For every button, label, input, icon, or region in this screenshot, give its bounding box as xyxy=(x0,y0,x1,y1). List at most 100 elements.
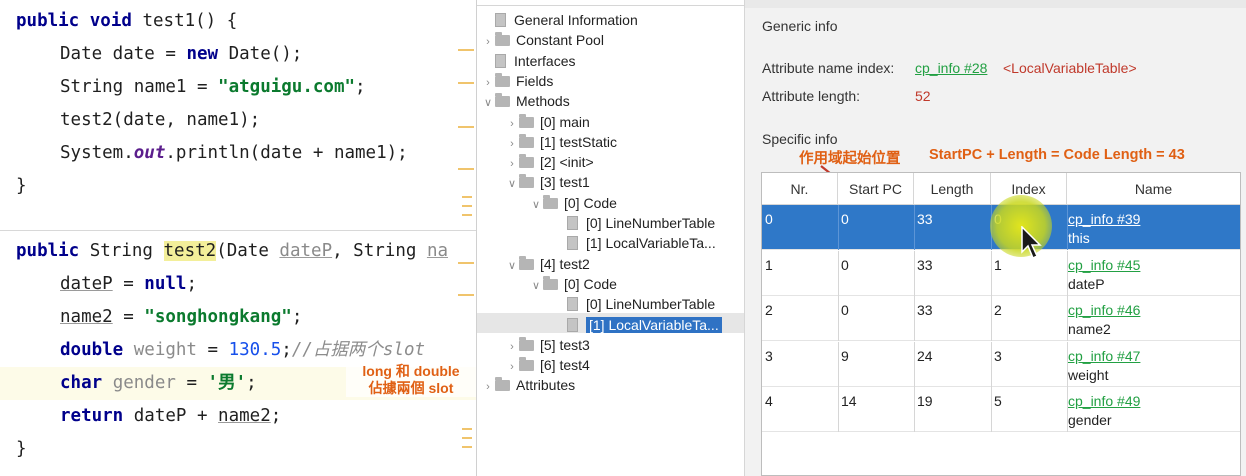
gutter-marker[interactable] xyxy=(462,446,472,448)
cell-length: 33 xyxy=(917,256,933,273)
chevron-down-icon[interactable]: ∨ xyxy=(505,256,519,276)
tree-item[interactable]: ∨ Methods xyxy=(481,91,570,111)
generic-info-title: Generic info xyxy=(762,18,838,34)
code-line[interactable]: public void test1() { xyxy=(16,5,237,38)
tree-item[interactable]: ∨ [0] Code xyxy=(529,274,617,294)
tree-item-label: [6] test4 xyxy=(540,357,590,374)
cell-start-pc: 14 xyxy=(841,393,857,409)
cell-name-link[interactable]: cp_info #49 xyxy=(1068,393,1140,409)
column-header-length[interactable]: Length xyxy=(914,173,991,205)
table-row[interactable]: 3 9 24 3 cp_info #47 weight xyxy=(762,341,1240,387)
attribute-length-label: Attribute length: xyxy=(762,88,861,104)
tree-item-label: Fields xyxy=(516,72,554,89)
tree-item-label: [1] LocalVariableTa... xyxy=(586,235,716,252)
chevron-right-icon[interactable]: › xyxy=(505,154,519,174)
cell-start-pc: 0 xyxy=(841,211,849,227)
specific-info-title: Specific info xyxy=(762,131,838,147)
column-header-start-pc[interactable]: Start PC xyxy=(838,173,914,205)
tree-item[interactable]: ∨ [0] Code xyxy=(529,193,617,213)
folder-icon xyxy=(543,194,558,209)
code-line[interactable]: Date date = new Date(); xyxy=(60,38,302,71)
code-line[interactable]: } xyxy=(16,433,27,466)
tree-item[interactable]: › [2] <init> xyxy=(505,152,594,172)
code-text: = xyxy=(175,373,208,393)
code-text: , String xyxy=(332,241,427,261)
tree-item[interactable]: › Constant Pool xyxy=(481,30,604,50)
cell-name-link[interactable]: cp_info #46 xyxy=(1068,302,1140,318)
gutter-marker[interactable] xyxy=(462,205,472,207)
table-row[interactable]: 1 0 33 1 cp_info #45 dateP xyxy=(762,250,1240,296)
chevron-right-icon[interactable]: › xyxy=(481,377,495,397)
tree-item[interactable]: General Information xyxy=(481,10,638,30)
gutter-marker[interactable] xyxy=(458,49,474,51)
gutter-marker[interactable] xyxy=(458,294,474,296)
column-header-nr[interactable]: Nr. xyxy=(762,173,838,205)
table-row[interactable]: 2 0 33 2 cp_info #46 name2 xyxy=(762,296,1240,341)
column-divider xyxy=(914,205,915,250)
chevron-right-icon[interactable]: › xyxy=(481,73,495,93)
gutter-marker[interactable] xyxy=(462,214,472,216)
code-line[interactable]: System.out.println(date + name1); xyxy=(60,137,408,170)
column-header-name[interactable]: Name xyxy=(1067,173,1240,205)
chevron-right-icon[interactable]: › xyxy=(505,134,519,154)
attribute-name-value: <LocalVariableTable> xyxy=(1003,60,1137,76)
code-line[interactable]: } xyxy=(16,170,27,203)
tree-item[interactable]: ∨ [3] test1 xyxy=(505,172,590,192)
tree-item-label: [3] test1 xyxy=(540,174,590,191)
gutter-marker[interactable] xyxy=(458,82,474,84)
code-line[interactable]: String name1 = "atguigu.com"; xyxy=(60,71,366,104)
gutter-marker[interactable] xyxy=(458,262,474,264)
chevron-down-icon[interactable]: ∨ xyxy=(481,93,495,113)
tree-item-label: [2] <init> xyxy=(540,154,594,171)
chevron-right-icon[interactable]: › xyxy=(505,337,519,357)
column-divider xyxy=(838,341,839,387)
chevron-down-icon[interactable]: ∨ xyxy=(529,276,543,296)
chevron-right-icon[interactable]: › xyxy=(481,32,495,52)
gutter-marker[interactable] xyxy=(458,168,474,170)
code-line[interactable]: name2 = "songhongkang"; xyxy=(60,301,302,334)
attribute-name-label: Attribute name index: xyxy=(762,60,895,76)
tree-item[interactable]: Interfaces xyxy=(481,51,575,71)
tree-item-label: [0] LineNumberTable xyxy=(586,296,716,313)
chevron-right-icon[interactable]: › xyxy=(505,114,519,134)
cell-name-link[interactable]: cp_info #45 xyxy=(1068,257,1140,273)
gutter-marker[interactable] xyxy=(462,428,472,430)
tree-item[interactable]: [1] LocalVariableTa... xyxy=(553,315,722,335)
class-structure-tree[interactable]: General Information › Constant Pool Interfa… xyxy=(476,0,744,476)
tree-item[interactable]: [1] LocalVariableTa... xyxy=(553,233,716,253)
tree-item[interactable]: [0] LineNumberTable xyxy=(553,213,715,233)
cell-name-link[interactable]: cp_info #39 xyxy=(1068,211,1140,227)
annotation-line: 佔據兩個 slot xyxy=(368,380,454,396)
chevron-down-icon[interactable]: ∨ xyxy=(505,174,519,194)
chevron-down-icon[interactable]: ∨ xyxy=(529,195,543,215)
code-line[interactable]: char gender = '男'; xyxy=(60,367,257,400)
slot-annotation: long 和 double 佔據兩個 slot xyxy=(346,363,476,397)
tree-item-label: [1] LocalVariableTa... xyxy=(586,316,722,333)
tree-item[interactable]: ∨ [4] test2 xyxy=(505,254,590,274)
code-line[interactable]: return dateP + name2; xyxy=(60,400,281,433)
code-editor[interactable]: public void test1() { Date date = new Da… xyxy=(0,0,476,476)
tree-item[interactable]: › [6] test4 xyxy=(505,355,590,375)
tree-item[interactable]: [0] LineNumberTable xyxy=(553,294,715,314)
gutter-marker[interactable] xyxy=(458,126,474,128)
table-row[interactable]: 4 14 19 5 cp_info #49 gender xyxy=(762,387,1240,432)
tree-item[interactable]: › Attributes xyxy=(481,375,575,395)
code-line[interactable]: public String test2(Date dateP, String n… xyxy=(16,235,448,268)
cell-start-pc: 9 xyxy=(841,347,849,364)
attribute-name-link[interactable]: cp_info #28 xyxy=(915,60,987,76)
tree-item[interactable]: › [1] testStatic xyxy=(505,132,617,152)
tree-item[interactable]: › [0] main xyxy=(505,112,590,132)
cell-name-link[interactable]: cp_info #47 xyxy=(1068,348,1140,364)
gutter-marker[interactable] xyxy=(462,437,472,439)
chevron-right-icon[interactable]: › xyxy=(505,357,519,377)
tree-item[interactable]: › [5] test3 xyxy=(505,335,590,355)
code-line[interactable]: test2(date, name1); xyxy=(60,104,260,137)
gutter-marker[interactable] xyxy=(462,196,472,198)
attribute-length-value: 52 xyxy=(915,88,931,104)
code-line[interactable]: dateP = null; xyxy=(60,268,197,301)
annotation-line: long 和 double xyxy=(362,363,460,379)
folder-icon xyxy=(495,377,510,392)
tree-item[interactable]: › Fields xyxy=(481,71,553,91)
folder-icon xyxy=(519,336,534,351)
column-divider xyxy=(991,341,992,387)
